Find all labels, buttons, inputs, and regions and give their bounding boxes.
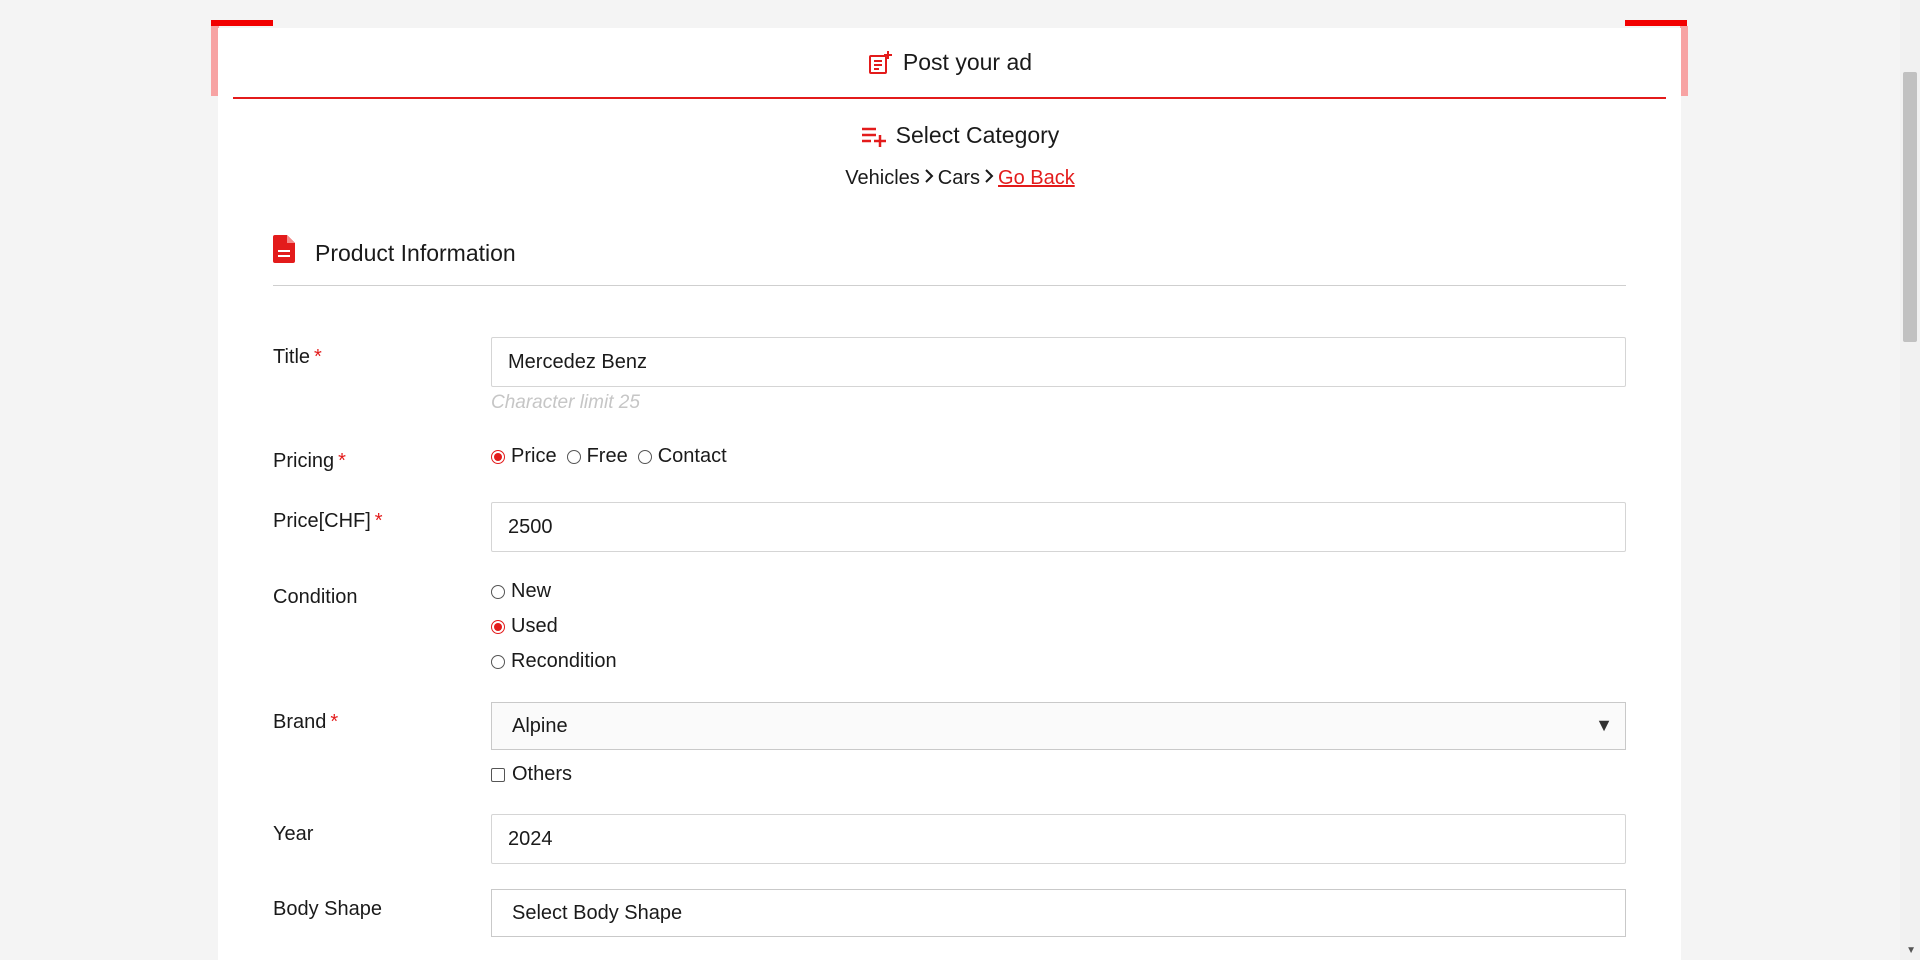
pricing-option-contact[interactable]: Contact [637,445,727,468]
go-back-link[interactable]: Go Back [998,167,1075,190]
year-label: Year [273,823,313,846]
radio-checked[interactable] [491,449,505,464]
pricing-label: Pricing * [273,450,346,473]
condition-label-text: Condition [273,586,358,608]
price-input-value: 2500 [508,515,553,538]
brand-label-text: Brand [273,711,327,733]
required-marker: * [374,510,383,532]
brand-others-checkbox[interactable]: Others [491,763,572,786]
title-input[interactable]: Mercedez Benz [491,337,1626,387]
page-scrollbar[interactable]: ▼ [1900,0,1920,960]
chevron-right-icon [924,167,934,190]
radio-checked[interactable] [491,619,505,634]
post-ad-icon [867,50,893,76]
section-title: Product Information [315,240,516,266]
condition-option-new[interactable]: New [491,580,551,603]
required-marker: * [314,346,322,368]
option-label: Free [586,445,628,467]
pricing-option-price[interactable]: Price [491,445,557,468]
condition-option-used[interactable]: Used [491,615,558,638]
document-icon [273,235,295,263]
title-label: Title * [273,346,322,369]
option-label: Recondition [511,650,617,672]
breadcrumb: Vehicles Cars Go Back [0,167,1920,190]
body-shape-label: Body Shape [273,898,382,921]
price-label-text: Price[CHF] [273,510,371,532]
option-label: New [511,580,552,602]
select-category-title: Select Category [895,122,1060,148]
frame-accent-left [211,20,273,26]
page-header: Post your ad [233,28,1666,99]
select-category-heading: Select Category [0,122,1920,149]
title-label-text: Title [273,346,311,368]
price-label: Price[CHF] * [273,510,383,533]
checkbox-label: Others [512,763,573,785]
breadcrumb-cars[interactable]: Cars [938,167,980,190]
required-marker: * [338,450,346,472]
dropdown-arrow-icon[interactable]: ▼ [1595,715,1613,736]
body-shape-label-text: Body Shape [273,898,382,920]
condition-label: Condition [273,586,358,609]
breadcrumb-vehicles[interactable]: Vehicles [845,167,920,190]
radio[interactable] [491,584,505,599]
condition-option-recondition[interactable]: Recondition [491,650,617,673]
radio[interactable] [491,654,505,669]
brand-selected-value: Alpine [512,714,568,737]
radio[interactable] [637,449,652,464]
frame-accent-right [1625,20,1687,26]
year-label-text: Year [273,823,314,845]
brand-label: Brand * [273,711,338,734]
body-shape-selected-value: Select Body Shape [512,901,683,924]
product-information-section: Product Information [273,235,1626,286]
option-label: Used [511,615,558,637]
option-label: Price [511,445,557,467]
year-input[interactable]: 2024 [491,814,1626,864]
body-shape-select[interactable]: Select Body Shape [491,889,1626,937]
pricing-option-free[interactable]: Free [566,445,628,468]
page-title: Post your ad [902,49,1033,75]
option-label: Contact [657,445,727,467]
title-input-value: Mercedez Benz [508,350,647,373]
scroll-down-arrow-icon[interactable]: ▼ [1906,945,1916,956]
frame-side-right [1680,26,1688,96]
radio[interactable] [566,449,581,464]
pricing-label-text: Pricing [273,450,335,472]
chevron-right-icon [984,167,994,190]
brand-select[interactable]: Alpine ▼ [491,702,1626,750]
year-input-value: 2024 [508,827,553,850]
scrollbar-thumb[interactable] [1903,72,1917,342]
required-marker: * [330,711,339,733]
checkbox[interactable] [491,767,505,782]
playlist-add-icon [861,125,887,147]
title-character-limit: Character limit 25 [491,392,640,413]
pricing-options: Price Free Contact [491,445,737,468]
price-input[interactable]: 2500 [491,502,1626,552]
